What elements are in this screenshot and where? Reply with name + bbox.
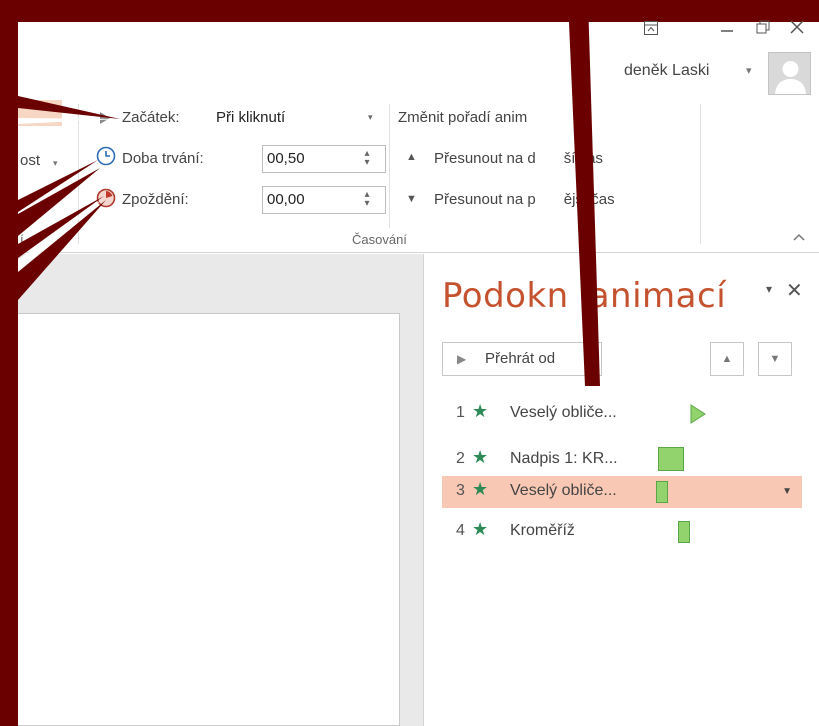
animation-item[interactable]: 4 ★ Kroměříž: [442, 516, 802, 548]
move-earlier-button[interactable]: Přesunout na d ší čas: [434, 150, 603, 167]
animation-item-selected[interactable]: 3 ★ Veselý obliče... ▼: [442, 476, 802, 508]
animation-order: 3: [456, 482, 465, 499]
timeline-bar[interactable]: [656, 481, 668, 503]
duration-label: Doba trvání:: [122, 150, 204, 167]
effect-options-partial-label[interactable]: ost: [20, 152, 40, 169]
duration-spinner-icon[interactable]: ▴ ▾: [360, 149, 374, 168]
timeline-bar[interactable]: [678, 521, 690, 543]
start-select[interactable]: Při kliknutí: [211, 104, 385, 132]
move-earlier-label: Přesunout na d: [434, 150, 536, 167]
ribbon-display-options-icon[interactable]: [636, 16, 666, 46]
animation-pane-title: Podokn animací: [442, 276, 726, 316]
move-earlier-icon: ▲: [406, 151, 417, 163]
start-trigger-icon: [98, 111, 112, 130]
animation-order: 4: [456, 522, 465, 539]
play-from-label: Přehrát od: [485, 350, 556, 367]
annotation-frame-left: [0, 0, 18, 726]
play-icon: ▶: [457, 352, 467, 366]
move-later-label: Přesunout na p: [434, 191, 536, 208]
animation-item[interactable]: 2 ★ Nadpis 1: KR...: [442, 444, 802, 476]
delay-value: 00,00: [267, 191, 305, 208]
move-later-label-tail: ější čas: [563, 191, 615, 208]
move-down-button[interactable]: ▼: [758, 342, 792, 376]
start-dropdown-caret-icon[interactable]: ▾: [368, 112, 373, 123]
move-earlier-label-tail: ší čas: [563, 150, 603, 167]
move-down-icon: ▼: [769, 353, 781, 365]
close-icon[interactable]: [782, 14, 812, 44]
emphasis-star-icon: ★: [472, 519, 489, 539]
start-label: Začátek:: [122, 109, 180, 126]
restore-icon[interactable]: [748, 14, 778, 44]
partial-gallery-tile[interactable]: [18, 100, 62, 126]
pane-options-caret-icon[interactable]: ▾: [766, 282, 772, 296]
delay-clock-icon: [96, 188, 116, 213]
animation-order: 1: [456, 404, 465, 421]
duration-value: 00,50: [267, 150, 305, 167]
slide-canvas[interactable]: [18, 313, 400, 726]
pane-close-icon[interactable]: ✕: [786, 278, 803, 303]
delay-label: Zpoždění:: [122, 191, 189, 208]
annotation-frame-top: [0, 0, 819, 22]
animation-label: Veselý obliče...: [510, 404, 617, 421]
user-name[interactable]: deněk Laski: [624, 62, 709, 80]
animation-label: Nadpis 1: KR...: [510, 450, 618, 467]
user-menu-caret-icon[interactable]: ▾: [746, 64, 752, 77]
pane-title-part-2: animací: [588, 276, 727, 316]
play-from-button[interactable]: ▶ Přehrát od: [442, 342, 602, 376]
delay-spinner-icon[interactable]: ▴ ▾: [360, 190, 374, 209]
animation-label: Kroměříž: [510, 522, 575, 539]
emphasis-star-icon: ★: [472, 479, 489, 499]
ribbon-group-separator-right: [700, 104, 701, 244]
move-later-icon: ▼: [406, 193, 417, 205]
emphasis-star-icon: ★: [472, 447, 489, 467]
partial-group-label: í: [20, 232, 24, 247]
pane-title-part-1: Podokn: [442, 276, 569, 316]
start-select-value: Při kliknutí: [216, 109, 286, 126]
reorder-title: Změnit pořadí anim: [398, 109, 528, 126]
move-up-button[interactable]: ▲: [710, 342, 744, 376]
minimize-icon[interactable]: [712, 14, 742, 44]
timeline-bar[interactable]: [658, 447, 684, 471]
clock-icon: [96, 146, 116, 171]
collapse-ribbon-icon[interactable]: [792, 230, 806, 245]
item-dropdown-caret-icon[interactable]: ▼: [782, 486, 792, 497]
effect-options-caret-icon[interactable]: ▾: [53, 158, 58, 169]
animation-item[interactable]: 1 ★ Veselý obliče...: [442, 398, 802, 430]
avatar[interactable]: [768, 52, 811, 95]
timeline-trigger-marker[interactable]: [690, 404, 706, 424]
timing-group-label: Časování: [352, 232, 407, 247]
move-later-button[interactable]: Přesunout na p ější čas: [434, 191, 615, 208]
move-up-icon: ▲: [721, 353, 733, 365]
ribbon-inner-separator: [389, 104, 390, 228]
ribbon-group-separator: [78, 104, 79, 244]
emphasis-star-icon: ★: [472, 401, 489, 421]
animation-order: 2: [456, 450, 465, 467]
animation-label: Veselý obliče...: [510, 482, 617, 499]
